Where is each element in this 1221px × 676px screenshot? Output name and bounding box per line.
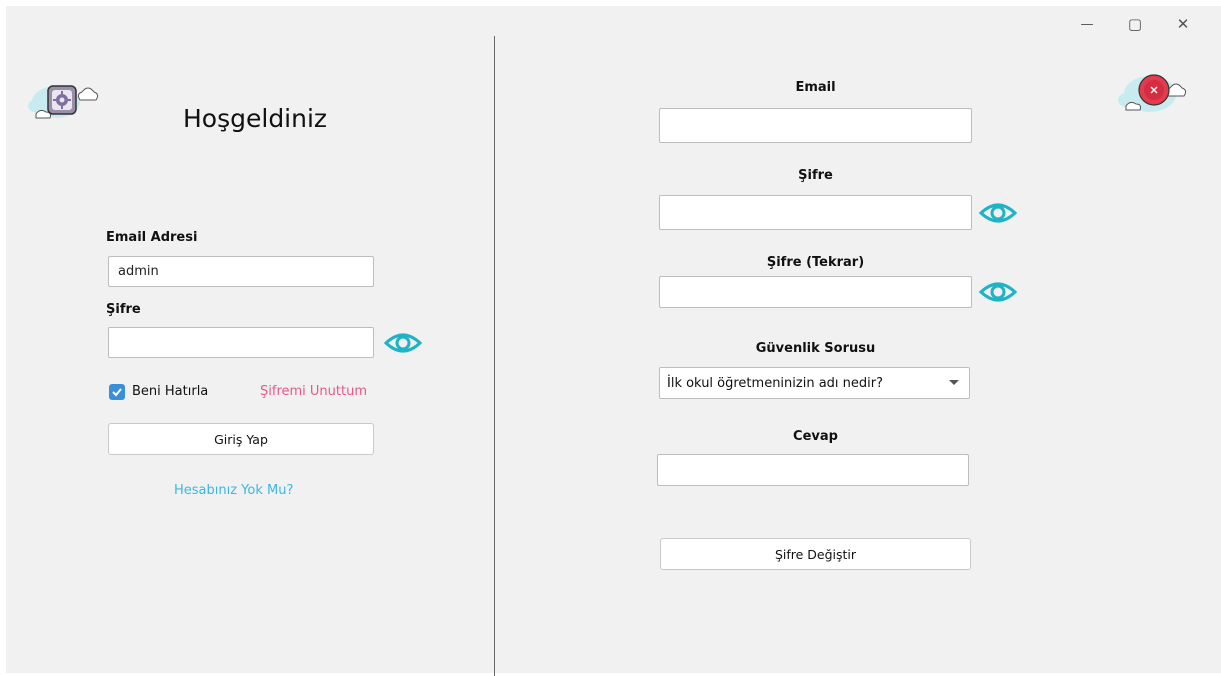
signup-link[interactable]: Hesabınız Yok Mu?	[174, 483, 293, 498]
login-button[interactable]: Giriş Yap	[108, 423, 374, 455]
security-question-label: Güvenlik Sorusu	[755, 341, 876, 356]
new-password-label: Şifre	[798, 168, 833, 183]
panel-divider	[494, 36, 495, 676]
eye-icon[interactable]	[383, 328, 423, 358]
reset-email-field[interactable]	[659, 108, 972, 143]
maximize-button[interactable]: ▢	[1111, 12, 1159, 36]
repeat-password-field[interactable]	[659, 276, 972, 308]
window-controls: — ▢ ✕	[1063, 12, 1207, 36]
remember-checkbox[interactable]	[109, 384, 125, 400]
eye-icon[interactable]	[978, 277, 1018, 307]
remember-label: Beni Hatırla	[132, 384, 209, 399]
answer-label: Cevap	[793, 429, 838, 444]
security-question-select[interactable]: İlk okul öğretmeninizin adı nedir?	[659, 367, 970, 399]
minimize-button[interactable]: —	[1063, 12, 1111, 36]
close-button[interactable]: ✕	[1159, 12, 1207, 36]
new-password-field[interactable]	[659, 195, 972, 230]
password-field[interactable]	[108, 327, 374, 358]
email-label: Email Adresi	[106, 230, 198, 245]
welcome-title: Hoşgeldiniz	[183, 104, 328, 133]
answer-field[interactable]	[657, 454, 969, 486]
chevron-down-icon	[949, 380, 959, 385]
reset-email-label: Email	[795, 80, 836, 95]
app-window: — ▢ ✕ Hoşgeldiniz Email Adresi admin Şif…	[6, 6, 1221, 676]
forgot-password-link[interactable]: Şifremi Unuttum	[260, 384, 367, 399]
password-label: Şifre	[106, 302, 141, 317]
settings-icon[interactable]	[26, 76, 100, 124]
eye-icon[interactable]	[978, 198, 1018, 228]
security-question-value: İlk okul öğretmeninizin adı nedir?	[667, 375, 884, 391]
email-field[interactable]	[108, 256, 374, 287]
change-password-button[interactable]: Şifre Değiştir	[660, 538, 971, 570]
repeat-password-label: Şifre (Tekrar)	[766, 255, 865, 270]
close-icon[interactable]	[1112, 64, 1192, 120]
